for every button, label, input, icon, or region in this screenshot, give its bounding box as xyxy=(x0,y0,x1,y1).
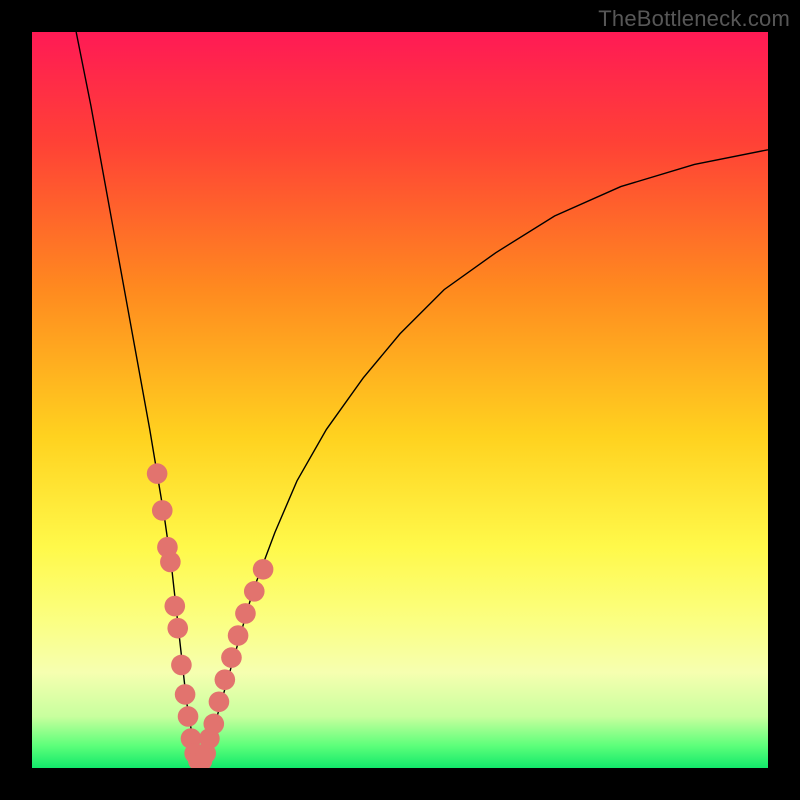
marker-dot xyxy=(203,714,224,735)
watermark-text: TheBottleneck.com xyxy=(598,6,790,32)
marker-dot xyxy=(215,669,236,690)
marker-dot xyxy=(209,691,230,712)
marker-dot xyxy=(152,500,173,521)
marker-dot xyxy=(175,684,196,705)
marker-dot xyxy=(171,655,192,676)
marker-dot xyxy=(235,603,256,624)
marker-dot xyxy=(164,596,185,617)
marker-dot xyxy=(167,618,188,639)
marker-dot xyxy=(253,559,274,580)
marker-dot xyxy=(147,463,168,484)
plot-area xyxy=(32,32,768,768)
gradient-background xyxy=(32,32,768,768)
chart-svg xyxy=(32,32,768,768)
marker-dot xyxy=(228,625,249,646)
chart-frame: TheBottleneck.com xyxy=(0,0,800,800)
marker-dot xyxy=(244,581,265,602)
marker-dot xyxy=(221,647,242,668)
marker-dot xyxy=(160,552,181,573)
marker-dot xyxy=(178,706,199,727)
